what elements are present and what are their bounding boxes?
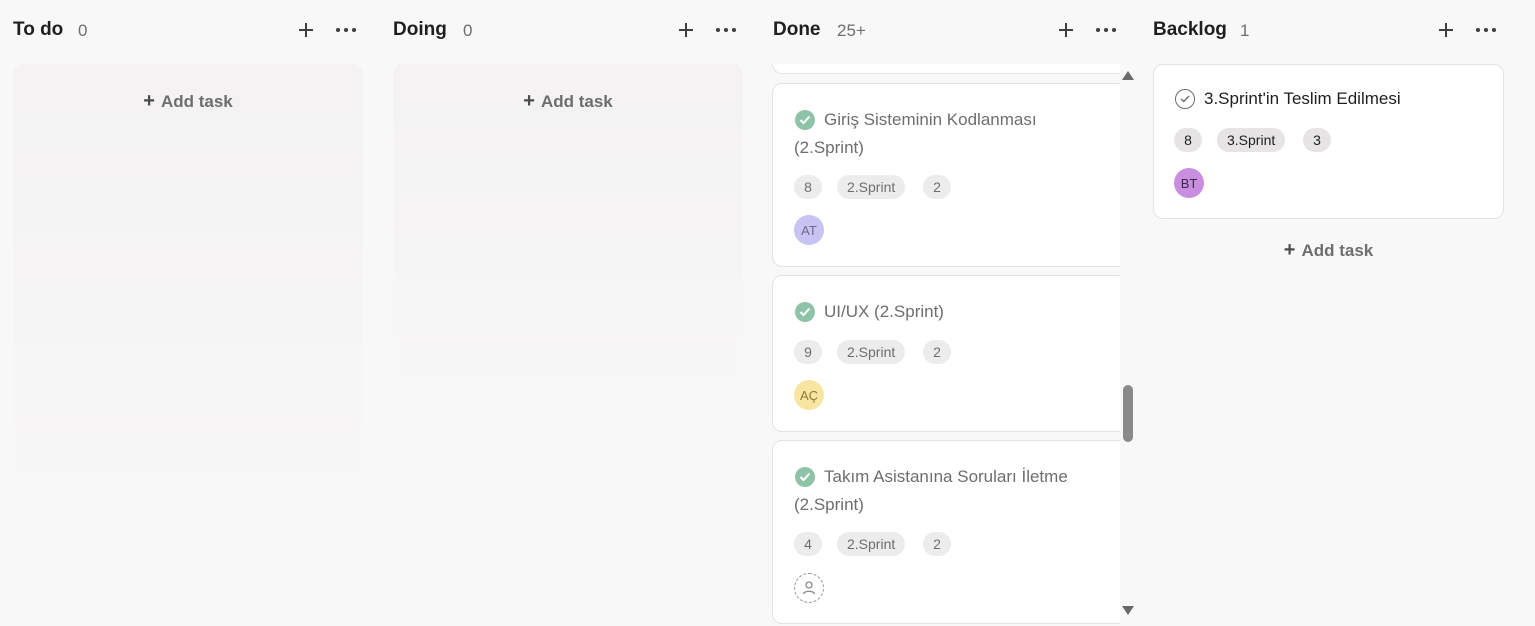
more-horizontal-icon[interactable] (1092, 16, 1120, 44)
tag-pill: 9 (794, 340, 822, 364)
task-card[interactable]: Giriş Sisteminin Kodlanması (2.Sprint) 8… (772, 83, 1120, 267)
task-title: UI/UX (2.Sprint) (824, 302, 944, 321)
add-task-button[interactable]: + Add task (393, 88, 743, 116)
add-task-button[interactable]: + Add task (13, 88, 363, 116)
scroll-up-arrow-icon[interactable] (1122, 71, 1134, 80)
column-count: 1 (1240, 21, 1250, 40)
tag-pill: 2 (923, 532, 951, 556)
tag-pill: 2.Sprint (837, 340, 906, 364)
task-title-line-1: Takım Asistanına Soruları İletme (824, 467, 1068, 486)
kanban-board: To do 0 + Add task Doing 0 + Add task Do… (0, 0, 1535, 626)
tag-pill: 4 (794, 532, 822, 556)
plus-icon[interactable] (1052, 16, 1080, 44)
plus-icon[interactable] (1432, 16, 1460, 44)
tag-pill: 8 (1174, 128, 1202, 152)
column-header: Backlog 1 (1153, 14, 1508, 48)
column-count: 0 (78, 21, 88, 40)
column-header: Doing 0 (393, 14, 748, 48)
tag-pill: 3 (1303, 128, 1331, 152)
plus-icon: + (143, 90, 155, 112)
task-card[interactable]: Takım Asistanına Soruları İletme (2.Spri… (772, 440, 1120, 624)
column-drop-area (13, 64, 363, 528)
task-title-line-2: (2.Sprint) (794, 138, 864, 157)
user-placeholder-icon[interactable] (794, 573, 824, 603)
avatar[interactable]: BT (1174, 168, 1204, 198)
task-title-line-2: (2.Sprint) (794, 495, 864, 514)
column-title: Done (773, 19, 821, 40)
tag-pill: 2 (923, 340, 951, 364)
column-header: To do 0 (13, 14, 368, 48)
column-count: 0 (463, 21, 473, 40)
add-task-button[interactable]: + Add task (1153, 237, 1504, 265)
tag-pill: 3.Sprint (1217, 128, 1286, 152)
column-title: Backlog (1153, 19, 1227, 40)
scroll-thumb[interactable] (1123, 385, 1133, 442)
tag-pill: 2 (923, 175, 951, 199)
tag-pill: 8 (794, 175, 822, 199)
column-count: 25+ (837, 21, 866, 40)
task-card[interactable]: UI/UX (2.Sprint) 9 2.Sprint 2 AÇ (772, 275, 1120, 432)
avatar[interactable]: AT (794, 215, 824, 245)
column-drop-area (393, 64, 743, 416)
plus-icon: + (1283, 239, 1296, 261)
task-title: 3.Sprint'in Teslim Edilmesi (1204, 89, 1401, 108)
plus-icon[interactable] (292, 16, 320, 44)
add-task-label: Add task (540, 92, 613, 111)
scroll-down-arrow-icon[interactable] (1122, 606, 1134, 615)
tag-pill: 2.Sprint (837, 175, 906, 199)
done-task-list[interactable]: Giriş Sisteminin Kodlanması (2.Sprint) 8… (772, 64, 1120, 626)
more-horizontal-icon[interactable] (1472, 16, 1500, 44)
column-doing: Doing 0 + Add task (393, 0, 748, 626)
task-title-line-1: Giriş Sisteminin Kodlanması (824, 110, 1037, 129)
more-horizontal-icon[interactable] (712, 16, 740, 44)
add-task-label: Add task (160, 92, 233, 111)
task-card-partial[interactable] (772, 64, 1120, 74)
done-scrollbar[interactable] (1120, 64, 1136, 620)
avatar[interactable]: AÇ (794, 380, 824, 410)
column-title: Doing (393, 19, 447, 40)
column-backlog: Backlog 1 3.Sprint'in Teslim Edilmesi 8 … (1153, 0, 1508, 626)
more-horizontal-icon[interactable] (332, 16, 360, 44)
column-header: Done 25+ (773, 14, 1138, 48)
column-title: To do (13, 19, 64, 40)
task-title: Takım Asistanına Soruları İletme (2.Spri… (794, 463, 1114, 519)
plus-icon: + (523, 90, 535, 112)
check-circle-icon[interactable] (1175, 89, 1195, 109)
tag-pill: 2.Sprint (837, 532, 906, 556)
plus-icon[interactable] (672, 16, 700, 44)
check-circle-icon[interactable] (795, 302, 815, 322)
column-todo: To do 0 + Add task (13, 0, 368, 626)
task-title: Giriş Sisteminin Kodlanması (2.Sprint) (794, 106, 1104, 162)
task-card[interactable]: 3.Sprint'in Teslim Edilmesi 8 3.Sprint 3… (1153, 64, 1504, 219)
add-task-label: Add task (1301, 241, 1374, 260)
